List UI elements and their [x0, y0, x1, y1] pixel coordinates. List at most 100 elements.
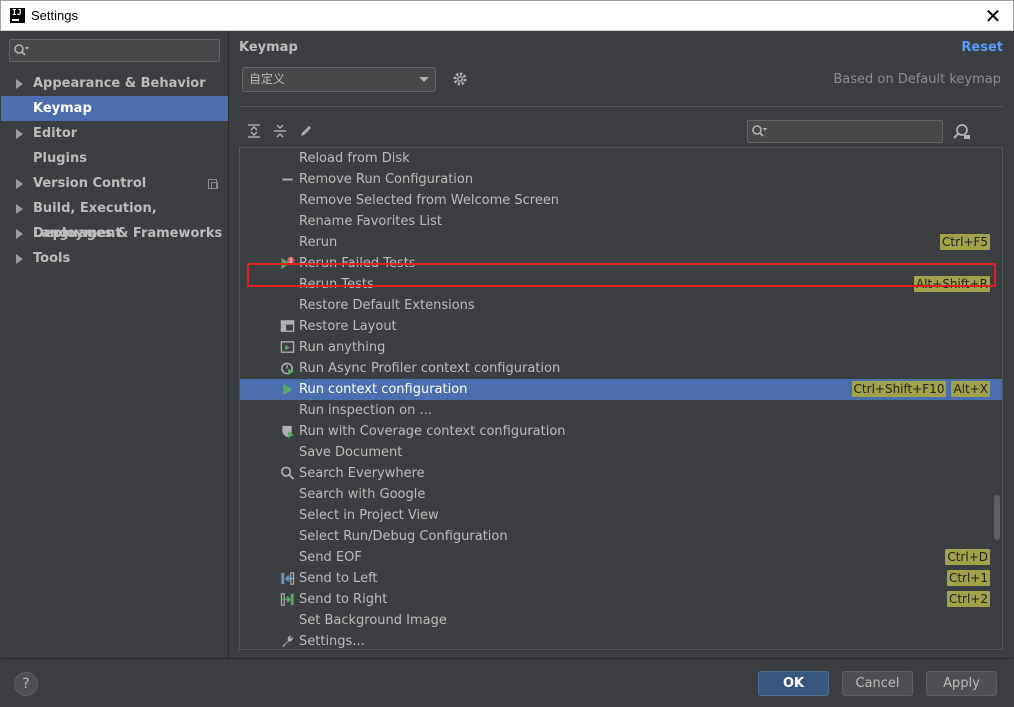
action-label: Rerun Tests — [299, 277, 374, 292]
shortcut-list: Ctrl+2 — [946, 591, 990, 608]
shortcut-list: Ctrl+F5 — [940, 234, 990, 251]
sidebar-item-editor[interactable]: Editor — [1, 121, 228, 146]
sidebar-item-appearance-behavior[interactable]: Appearance & Behavior — [1, 71, 228, 96]
action-label: Search with Google — [299, 487, 426, 502]
sidebar-item-version-control[interactable]: Version Control — [1, 171, 228, 196]
action-row[interactable]: Run context configuration Ctrl+Shift+F10 A… — [240, 379, 1002, 400]
sidebar-item-label: Appearance & Behavior — [33, 76, 206, 91]
action-row[interactable]: Send to Left Ctrl+1 — [240, 568, 1002, 589]
copy-icon — [208, 179, 218, 189]
action-row[interactable]: Run anything — [240, 337, 1002, 358]
action-label: Send EOF — [299, 550, 362, 565]
search-icon — [281, 466, 295, 480]
keymap-scheme-value: 自定义 — [249, 72, 286, 86]
action-row[interactable]: Run Async Profiler context configuration — [240, 358, 1002, 379]
shortcut-badge: Ctrl+Shift+F10 — [851, 381, 947, 397]
action-row[interactable]: Save Document — [240, 442, 1002, 463]
close-button[interactable]: ✕ — [981, 4, 1005, 28]
action-row[interactable]: Send to Right Ctrl+2 — [240, 589, 1002, 610]
keymap-action-list[interactable]: Reload from Disk Remove Run Configuration… — [239, 147, 1003, 650]
settings-sidebar: Appearance & Behavior Keymap Editor Plugins… — [1, 31, 229, 658]
action-row[interactable]: Reload from Disk — [240, 148, 1002, 169]
action-row[interactable]: Remove Selected from Welcome Screen — [240, 190, 1002, 211]
shortcut-list: Alt+Shift+R — [914, 276, 990, 293]
ok-button[interactable]: OK — [758, 671, 829, 696]
action-label: Run with Coverage context configuration — [299, 424, 566, 439]
scrollbar-thumb[interactable] — [994, 495, 1000, 540]
chevron-right-icon[interactable] — [16, 229, 23, 239]
page-title: Keymap — [239, 40, 298, 55]
action-row[interactable]: Run inspection on ... — [240, 400, 1002, 421]
action-label: Remove Run Configuration — [299, 172, 474, 187]
run-anything-icon — [280, 341, 295, 353]
minus-icon — [282, 178, 293, 181]
help-button[interactable]: ? — [14, 672, 38, 696]
action-row[interactable]: Restore Default Extensions — [240, 295, 1002, 316]
sidebar-item-plugins[interactable]: Plugins — [1, 146, 228, 171]
expand-all-icon[interactable] — [246, 123, 262, 139]
action-search-input[interactable] — [747, 120, 943, 143]
sidebar-item-tools[interactable]: Tools — [1, 246, 228, 271]
shortcut-badge: Ctrl+F5 — [940, 234, 990, 250]
action-row[interactable]: Select in Project View — [240, 505, 1002, 526]
action-row[interactable]: Run with Coverage context configuration — [240, 421, 1002, 442]
profiler-icon — [281, 362, 294, 376]
layout-icon — [280, 320, 295, 332]
chevron-right-icon[interactable] — [16, 254, 23, 264]
window-title: Settings — [31, 8, 78, 23]
search-icon — [752, 125, 767, 137]
reset-link[interactable]: Reset — [961, 40, 1003, 55]
action-label: Send to Left — [299, 571, 378, 586]
action-label: Set Background Image — [299, 613, 447, 628]
collapse-all-icon[interactable] — [272, 123, 288, 139]
keymap-scheme-select[interactable]: 自定义 — [242, 67, 436, 92]
sidebar-item-keymap[interactable]: Keymap — [1, 96, 228, 121]
keymap-panel: Keymap Reset 自定义 Based on Default keymap — [230, 31, 1013, 658]
chevron-right-icon[interactable] — [16, 79, 23, 89]
sidebar-item-label: Editor — [33, 126, 78, 141]
apply-button[interactable]: Apply — [926, 671, 997, 696]
action-label: Select in Project View — [299, 508, 439, 523]
send-left-icon — [281, 572, 295, 585]
intellij-app-icon: IJ — [10, 8, 25, 23]
action-row[interactable]: Select Run/Debug Configuration — [240, 526, 1002, 547]
find-by-shortcut-icon[interactable] — [953, 123, 971, 141]
action-row[interactable]: Settings... — [240, 631, 1002, 649]
based-on-label: Based on Default keymap — [833, 72, 1001, 87]
divider — [239, 106, 1003, 107]
action-row[interactable]: Restore Layout — [240, 316, 1002, 337]
action-row[interactable]: Remove Run Configuration — [240, 169, 1002, 190]
sidebar-item-build-execution-deployment[interactable]: Build, Execution, Deployment — [1, 196, 228, 241]
shortcut-badge: Alt+Shift+R — [914, 276, 990, 292]
action-label: Search Everywhere — [299, 466, 425, 481]
edit-pencil-icon[interactable] — [298, 123, 314, 139]
action-row[interactable]: Set Background Image — [240, 610, 1002, 631]
chevron-right-icon[interactable] — [16, 204, 23, 214]
sidebar-item-languages-frameworks[interactable]: Languages & Frameworks — [1, 221, 228, 246]
action-row[interactable]: Rename Favorites List — [240, 211, 1002, 232]
shortcut-badge: Alt+X — [951, 381, 990, 397]
action-row[interactable]: Rerun Failed Tests — [240, 253, 1002, 274]
shortcut-list: Ctrl+D — [945, 549, 990, 566]
gear-icon[interactable] — [452, 71, 468, 87]
action-row[interactable]: Search Everywhere — [240, 463, 1002, 484]
action-label: Save Document — [299, 445, 403, 460]
action-row[interactable]: Rerun Tests Alt+Shift+R — [240, 274, 1002, 295]
action-label: Run inspection on ... — [299, 403, 432, 418]
cancel-button[interactable]: Cancel — [842, 671, 913, 696]
action-label: Reload from Disk — [299, 151, 410, 166]
action-row[interactable]: Send EOF Ctrl+D — [240, 547, 1002, 568]
action-label: Rerun — [299, 235, 338, 250]
action-row[interactable]: Rerun Ctrl+F5 — [240, 232, 1002, 253]
sidebar-item-label: Tools — [33, 251, 71, 266]
chevron-right-icon[interactable] — [16, 129, 23, 139]
action-row[interactable]: Search with Google — [240, 484, 1002, 505]
rerun-failed-icon — [281, 256, 295, 270]
action-label: Restore Default Extensions — [299, 298, 475, 313]
action-label: Run context configuration — [299, 382, 468, 397]
send-right-icon — [280, 593, 294, 606]
sidebar-search-input[interactable] — [9, 39, 220, 62]
run-icon — [283, 383, 293, 396]
chevron-right-icon[interactable] — [16, 179, 23, 189]
shortcut-list: Ctrl+Shift+F10 Alt+X — [851, 381, 990, 398]
